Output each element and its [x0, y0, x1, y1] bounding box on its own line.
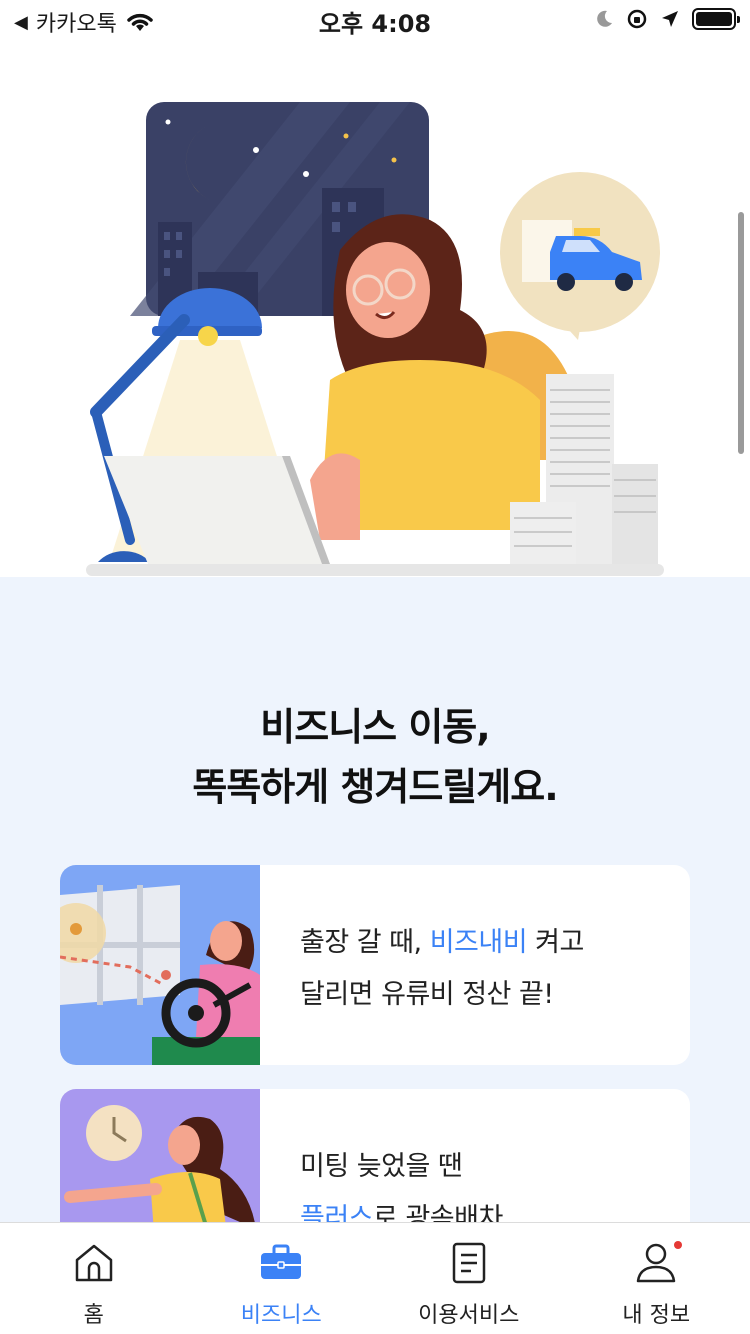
- bottom-tab-bar: 홈 비즈니스 이용서비스 내 정보: [0, 1222, 750, 1334]
- headline-line2: 똑똑하게 챙겨드릴게요.: [192, 765, 558, 809]
- working-woman-illustration: [86, 102, 664, 576]
- feature-card-plus[interactable]: 미팅 늦었을 땐 플러스로 광속배차: [60, 1089, 690, 1222]
- feature-section: 비즈니스 이동, 똑똑하게 챙겨드릴게요. 출장 갈 때, 비즈내비 켜고 달리…: [0, 577, 750, 1222]
- driving-woman-illustration: [60, 865, 260, 1065]
- moon-icon: [597, 10, 612, 27]
- hero-illustration: [0, 40, 750, 577]
- plus-highlight: 플러스: [300, 1203, 374, 1222]
- card-2-line2: 플러스로 광속배차: [300, 1193, 503, 1222]
- notification-dot: [674, 1241, 682, 1249]
- feature-card-biz-navi[interactable]: 출장 갈 때, 비즈내비 켜고 달리면 유류비 정산 끝!: [60, 865, 690, 1065]
- tab-home[interactable]: 홈: [0, 1223, 188, 1334]
- person-icon: [637, 1243, 676, 1283]
- status-bar: ◀ 카카오톡 오후 4:08: [0, 0, 750, 40]
- tab-services-label: 이용서비스: [418, 1303, 520, 1328]
- rotation-lock-icon: [627, 9, 647, 29]
- tab-services[interactable]: 이용서비스: [375, 1223, 563, 1334]
- status-icons: [594, 8, 740, 30]
- taxi-bubble: [500, 172, 660, 340]
- page-headline: 비즈니스 이동, 똑똑하게 챙겨드릴게요.: [0, 697, 750, 817]
- document-icon: [452, 1242, 485, 1284]
- tab-home-label: 홈: [83, 1303, 104, 1328]
- tab-business-label: 비즈니스: [240, 1303, 322, 1328]
- battery-icon: [692, 8, 740, 30]
- home-icon: [75, 1244, 112, 1282]
- location-icon: [662, 11, 678, 27]
- hailing-taxi-illustration: [60, 1089, 260, 1222]
- card-2-line1: 미팅 늦었을 땐: [300, 1151, 463, 1182]
- card-1-line2: 달리면 유류비 정산 끝!: [300, 979, 554, 1010]
- tab-my-info-label: 내 정보: [622, 1303, 691, 1328]
- scroll-indicator[interactable]: [738, 212, 744, 454]
- feature-card-text: 출장 갈 때, 비즈내비 켜고 달리면 유류비 정산 끝!: [300, 917, 584, 1021]
- biz-navi-highlight: 비즈내비: [429, 927, 528, 958]
- headline-line1: 비즈니스 이동,: [260, 705, 490, 749]
- tab-business[interactable]: 비즈니스: [188, 1223, 376, 1334]
- briefcase-icon: [261, 1244, 302, 1279]
- tab-my-info[interactable]: 내 정보: [563, 1223, 750, 1334]
- card-1-line1: 출장 갈 때, 비즈내비 켜고: [300, 927, 584, 958]
- feature-card-text: 미팅 늦었을 땐 플러스로 광속배차: [300, 1141, 503, 1222]
